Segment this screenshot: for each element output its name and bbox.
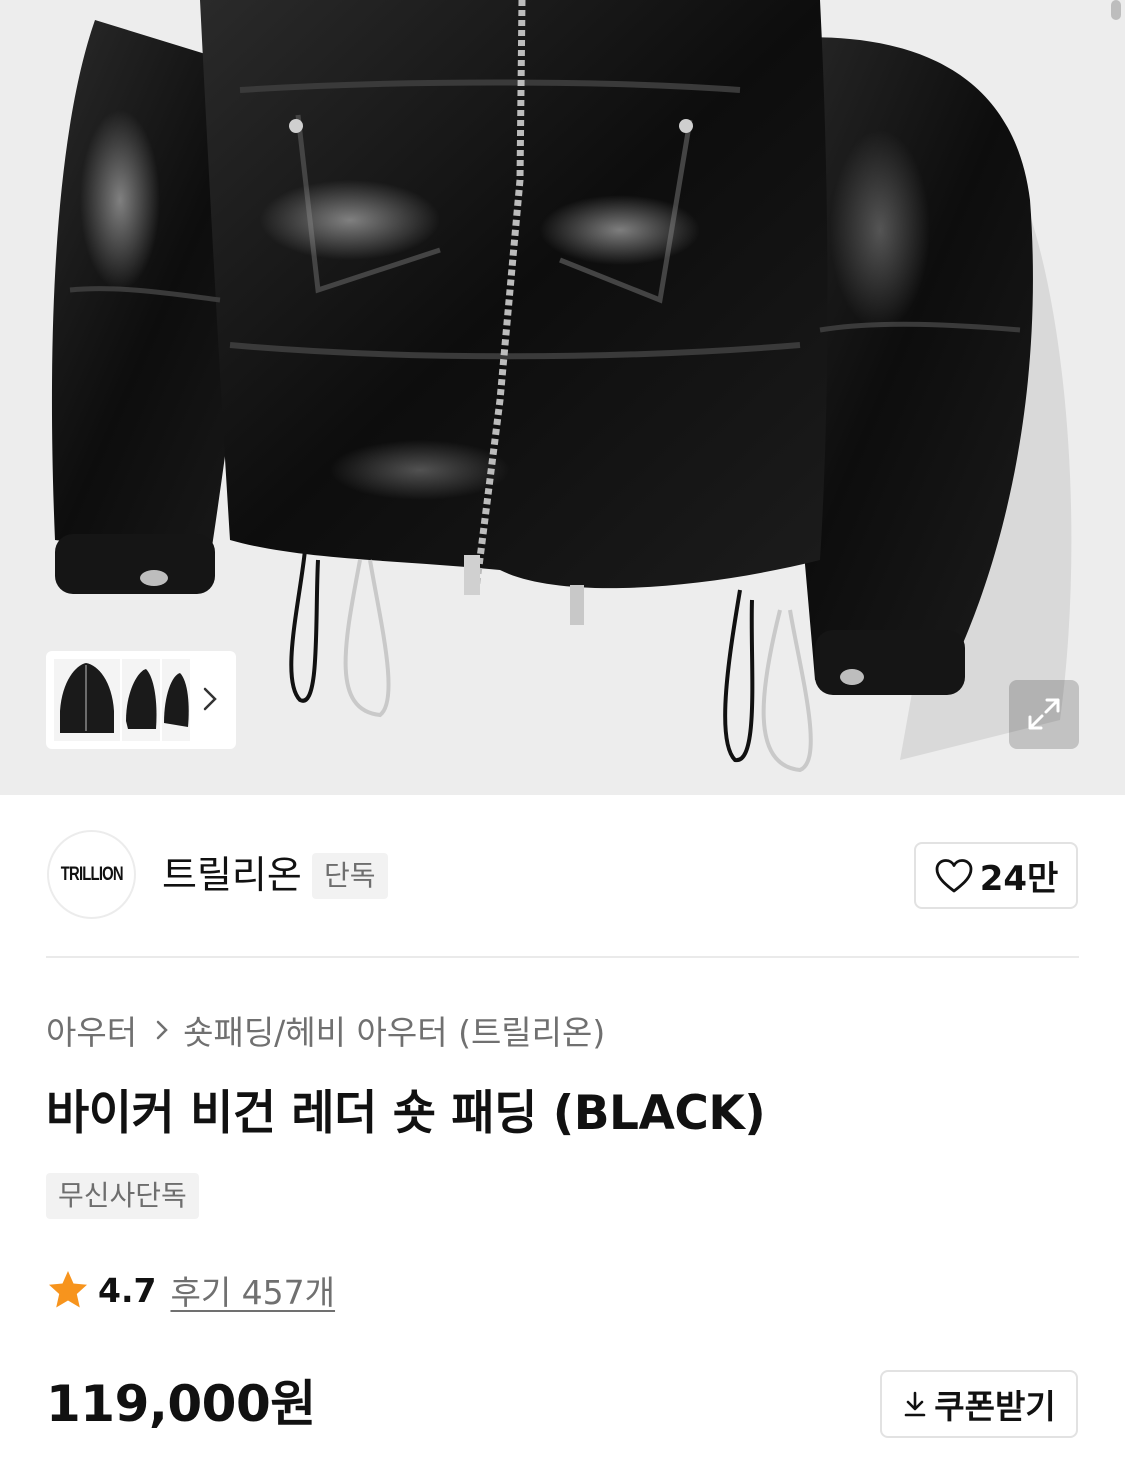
product-image[interactable] xyxy=(0,0,1125,795)
brand-logo-text: TRILLION xyxy=(60,863,123,885)
heart-outline-icon xyxy=(935,858,973,892)
rating-row: 4.7 후기 457개 xyxy=(46,1265,335,1315)
rating-score: 4.7 xyxy=(98,1270,157,1310)
chevron-right-icon[interactable] xyxy=(200,684,220,714)
expand-icon xyxy=(1028,698,1060,730)
exclusive-badge: 단독 xyxy=(312,853,388,899)
breadcrumb: 아우터 숏패딩/헤비 아우터 (트릴리온) xyxy=(46,1005,605,1055)
coupon-button[interactable]: 쿠폰받기 xyxy=(880,1370,1078,1438)
brand-logo[interactable]: TRILLION xyxy=(47,830,136,919)
divider xyxy=(46,956,1079,958)
like-button[interactable]: 24만 xyxy=(914,842,1078,909)
product-price: 119,000원 xyxy=(46,1375,316,1433)
product-title: 바이커 비건 레더 숏 패딩 (BLACK) xyxy=(46,1086,766,1141)
breadcrumb-separator-icon xyxy=(155,1018,169,1042)
product-tag: 무신사단독 xyxy=(46,1173,199,1219)
expand-button[interactable] xyxy=(1009,680,1079,749)
download-icon xyxy=(904,1391,926,1417)
breadcrumb-subcategory[interactable]: 숏패딩/헤비 아우터 (트릴리온) xyxy=(183,1006,605,1054)
review-count-link[interactable]: 후기 457개 xyxy=(170,1266,335,1314)
breadcrumb-category[interactable]: 아우터 xyxy=(46,1006,137,1054)
coupon-button-label: 쿠폰받기 xyxy=(934,1387,1056,1426)
scrollbar[interactable] xyxy=(1111,0,1121,20)
brand-name[interactable]: 트릴리온 xyxy=(162,850,302,900)
like-count: 24만 xyxy=(979,859,1059,899)
star-icon xyxy=(49,1271,87,1308)
